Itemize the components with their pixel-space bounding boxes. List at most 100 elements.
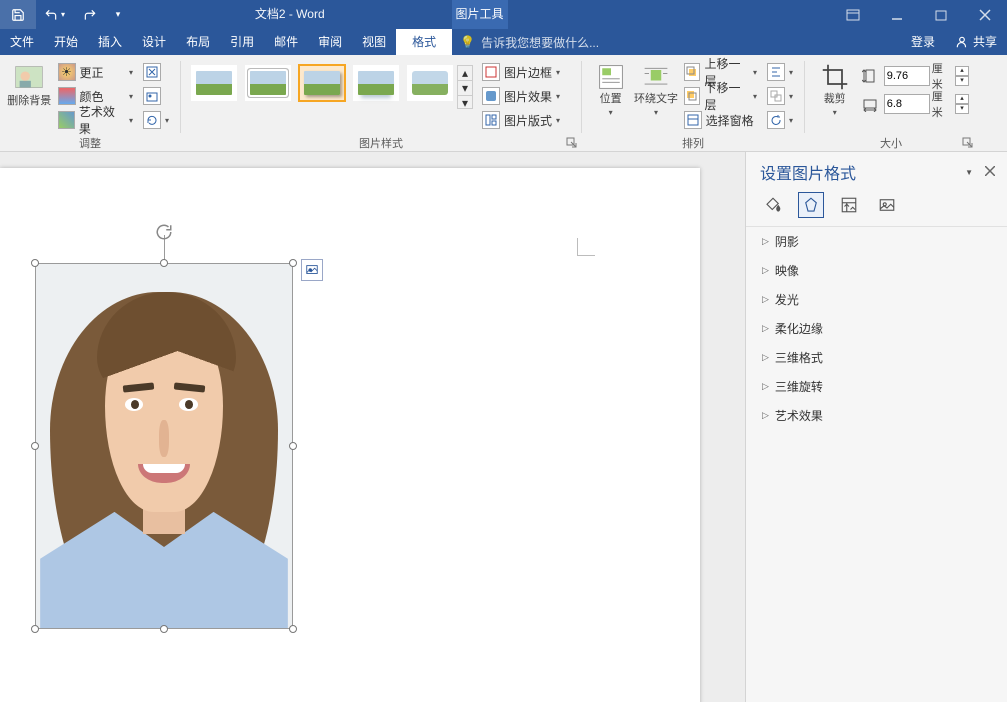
reset-icon [143, 111, 161, 129]
tab-design[interactable]: 设计 [132, 29, 176, 55]
picture-props-icon[interactable] [874, 192, 900, 218]
selected-picture[interactable] [35, 263, 293, 629]
gallery-scroll[interactable]: ▴ ▾ ▾ [457, 65, 473, 109]
height-input[interactable]: 厘米 ▴▾ [860, 65, 969, 87]
size-dialog-launcher[interactable] [962, 137, 974, 149]
change-picture-icon [143, 87, 161, 105]
tab-review[interactable]: 审阅 [308, 29, 352, 55]
page [0, 168, 700, 702]
height-up[interactable]: ▴ [955, 66, 969, 76]
fill-line-icon[interactable] [760, 192, 786, 218]
contextual-tab-group-label: 图片工具 [452, 0, 508, 29]
align-icon [767, 63, 785, 81]
tab-picture-format[interactable]: 格式 [396, 29, 452, 55]
maximize-button[interactable] [919, 0, 963, 29]
pane-item-glow[interactable]: ▷发光 [746, 285, 1007, 314]
remove-background-button[interactable]: 删除背景 [6, 59, 53, 108]
style-thumb-5[interactable] [407, 65, 453, 101]
lightbulb-icon: 💡 [460, 35, 475, 49]
selection-pane-button[interactable]: 选择窗格 [681, 109, 760, 131]
rotate-button[interactable]: ▾ [764, 109, 796, 131]
height-down[interactable]: ▾ [955, 76, 969, 86]
crop-button[interactable]: 裁剪▾ [811, 59, 858, 117]
remove-background-icon [14, 63, 44, 93]
style-thumb-3[interactable] [299, 65, 345, 101]
close-button[interactable] [963, 0, 1007, 29]
height-icon [860, 66, 879, 86]
height-field[interactable] [884, 66, 930, 86]
pane-item-artistic[interactable]: ▷艺术效果 [746, 401, 1007, 430]
pane-close-button[interactable] [983, 163, 997, 181]
align-button[interactable]: ▾ [764, 61, 796, 83]
gallery-down-icon[interactable]: ▾ [458, 81, 472, 96]
pane-item-3d-rotation[interactable]: ▷三维旋转 [746, 372, 1007, 401]
sign-in-button[interactable]: 登录 [901, 29, 945, 55]
pane-options-button[interactable]: ▼ [965, 168, 973, 177]
tab-view[interactable]: 视图 [352, 29, 396, 55]
ribbon-display-options-button[interactable] [831, 0, 875, 29]
layout-props-icon[interactable] [836, 192, 862, 218]
tab-mailings[interactable]: 邮件 [264, 29, 308, 55]
layout-options-button[interactable] [301, 259, 323, 281]
tab-file[interactable]: 文件 [0, 29, 44, 55]
pane-item-reflection[interactable]: ▷映像 [746, 256, 1007, 285]
resize-handle-tr[interactable] [289, 259, 297, 267]
pane-item-3d-format[interactable]: ▷三维格式 [746, 343, 1007, 372]
pane-item-shadow[interactable]: ▷阴影 [746, 227, 1007, 256]
tab-layout[interactable]: 布局 [176, 29, 220, 55]
styles-dialog-launcher[interactable] [566, 137, 578, 149]
wrap-text-button[interactable]: 环绕文字▾ [633, 59, 678, 117]
compress-pictures-button[interactable] [140, 61, 172, 83]
tab-references[interactable]: 引用 [220, 29, 264, 55]
rotate-icon [767, 111, 785, 129]
redo-button[interactable] [72, 0, 108, 29]
picture-styles-gallery[interactable] [191, 65, 453, 101]
tab-home[interactable]: 开始 [44, 29, 88, 55]
quick-access-toolbar: ▾ ▾ [0, 0, 128, 29]
resize-handle-t[interactable] [160, 259, 168, 267]
style-thumb-4[interactable] [353, 65, 399, 101]
resize-handle-bl[interactable] [31, 625, 39, 633]
effects-category-icon[interactable] [798, 192, 824, 218]
document-title: 文档2 - Word [128, 0, 452, 29]
save-button[interactable] [0, 0, 36, 29]
gallery-more-icon[interactable]: ▾ [458, 96, 472, 110]
artistic-icon [58, 111, 75, 129]
gallery-up-icon[interactable]: ▴ [458, 66, 472, 81]
artistic-effects-button[interactable]: 艺术效果▾ [55, 109, 136, 131]
resize-handle-tl[interactable] [31, 259, 39, 267]
width-up[interactable]: ▴ [955, 94, 969, 104]
pane-item-soft-edges[interactable]: ▷柔化边缘 [746, 314, 1007, 343]
undo-button[interactable]: ▾ [36, 0, 72, 29]
resize-handle-l[interactable] [31, 442, 39, 450]
share-label: 共享 [973, 29, 997, 55]
document-canvas[interactable] [0, 152, 745, 702]
style-thumb-2[interactable] [245, 65, 291, 101]
picture-border-button[interactable]: 图片边框▾ [479, 61, 563, 83]
tab-insert[interactable]: 插入 [88, 29, 132, 55]
corrections-button[interactable]: ☀更正▾ [55, 61, 136, 83]
tell-me-search[interactable]: 💡 告诉我您想要做什么... [460, 29, 599, 55]
share-button[interactable]: 共享 [945, 29, 1007, 55]
minimize-button[interactable] [875, 0, 919, 29]
picture-effects-button[interactable]: 图片效果▾ [479, 85, 563, 107]
workspace: 设置图片格式 ▼ ▷阴影 ▷映像 ▷发光 ▷柔化边缘 ▷三维格式 ▷三维旋转 ▷… [0, 152, 1007, 702]
group-button[interactable]: ▾ [764, 85, 796, 107]
picture-layout-button[interactable]: 图片版式▾ [479, 109, 563, 131]
resize-handle-b[interactable] [160, 625, 168, 633]
width-down[interactable]: ▾ [955, 104, 969, 114]
style-thumb-1[interactable] [191, 65, 237, 101]
resize-handle-r[interactable] [289, 442, 297, 450]
reset-picture-button[interactable]: ▾ [140, 109, 172, 131]
send-backward-button[interactable]: 下移一层▾ [681, 85, 760, 107]
width-field[interactable] [884, 94, 930, 114]
qat-customize-button[interactable]: ▾ [108, 0, 128, 29]
position-button[interactable]: 位置▾ [588, 59, 633, 117]
width-icon [860, 94, 879, 114]
rotation-handle[interactable] [155, 223, 173, 244]
window-controls [831, 0, 1007, 29]
change-picture-button[interactable] [140, 85, 172, 107]
resize-handle-br[interactable] [289, 625, 297, 633]
width-input[interactable]: 厘米 ▴▾ [860, 93, 969, 115]
compress-icon [143, 63, 161, 81]
